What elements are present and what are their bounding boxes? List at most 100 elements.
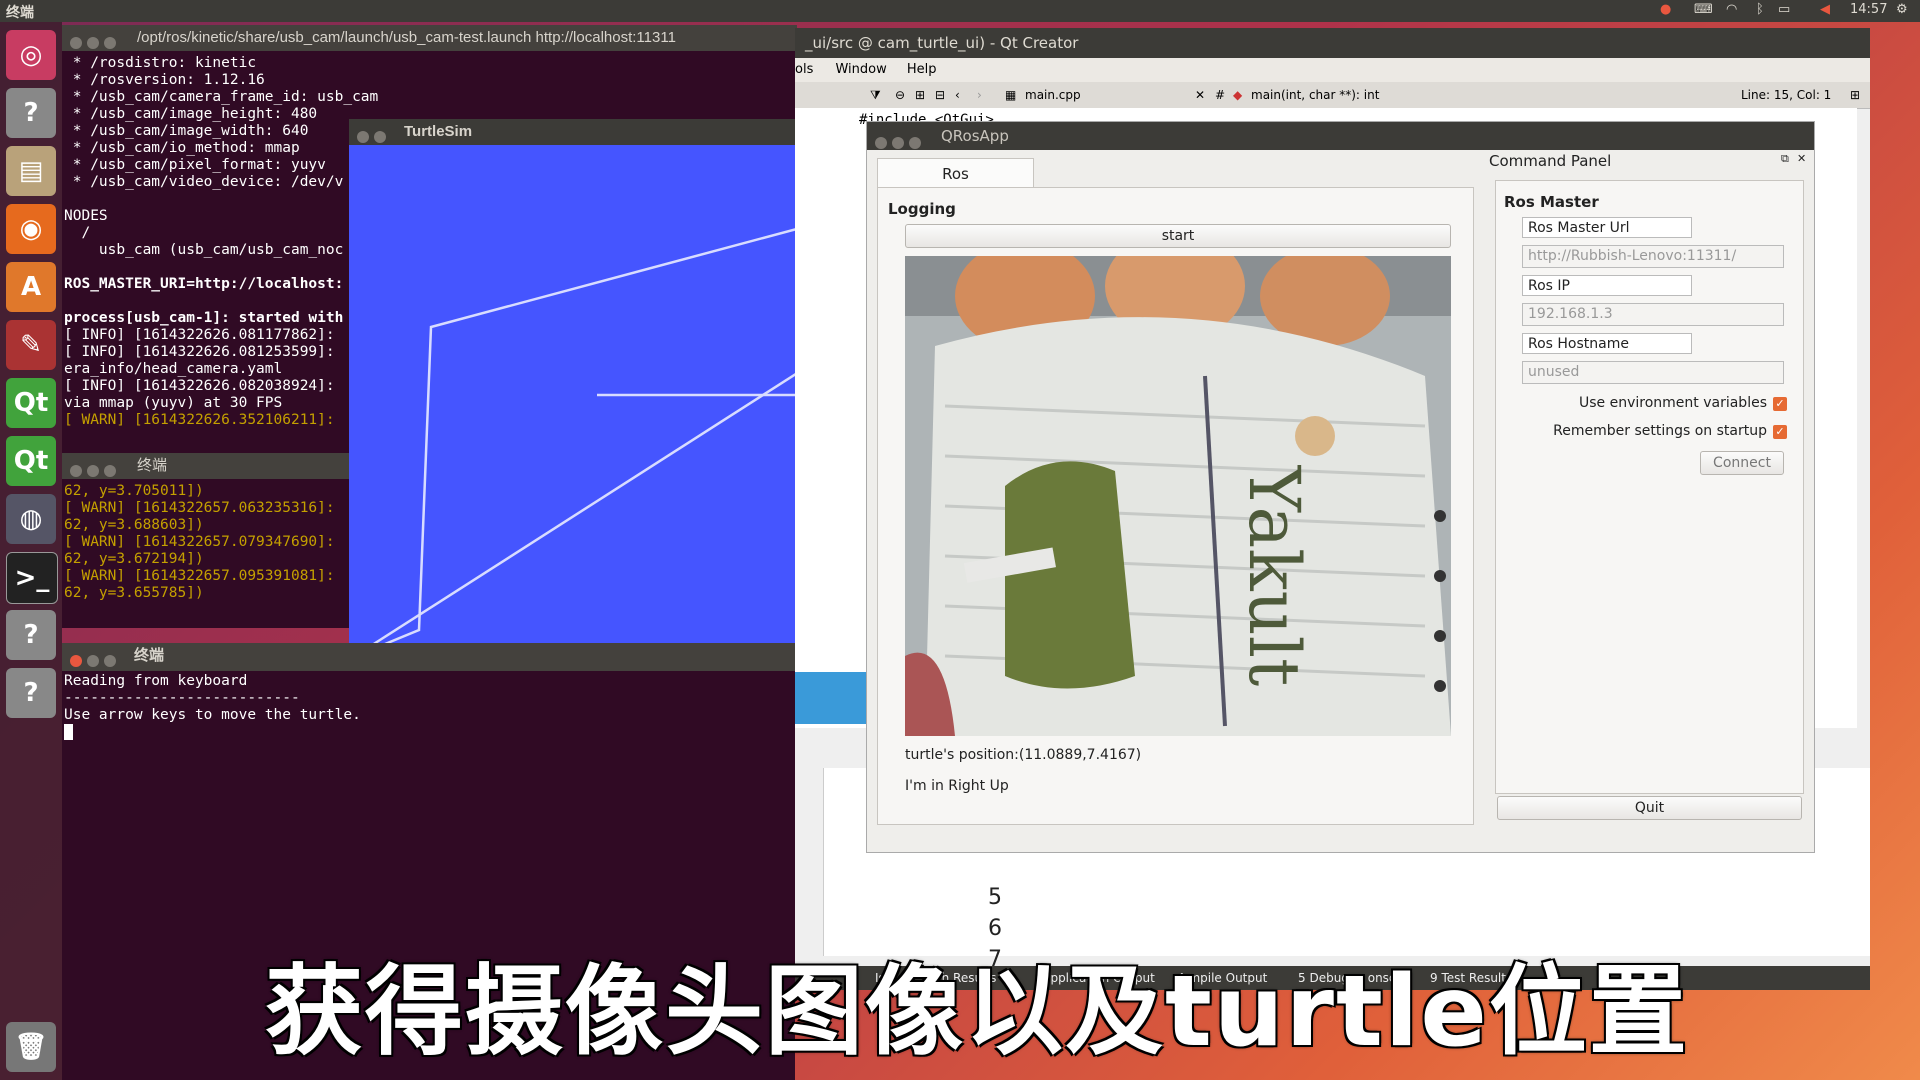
svg-text:Yakult: Yakult <box>1233 465 1315 687</box>
minimize-icon[interactable] <box>87 655 99 667</box>
close-icon[interactable]: ✕ <box>1195 82 1205 108</box>
remember-settings-label: Remember settings on startup <box>1553 423 1767 439</box>
battery-icon[interactable]: ▭ <box>1778 2 1790 17</box>
terminal-warn[interactable]: 终端 62, y=3.705011])[ WARN] [1614322657.0… <box>62 453 362 628</box>
title-bar[interactable]: _ui/src @ cam_turtle_ui) - Qt Creator <box>795 28 1870 58</box>
wifi-icon[interactable]: ◠ <box>1726 2 1737 17</box>
close-icon[interactable] <box>357 131 369 143</box>
keyboard-icon[interactable]: ⌨ <box>1694 2 1713 17</box>
bluetooth-icon[interactable]: ᛒ <box>1756 2 1764 17</box>
turtle-path <box>374 221 821 647</box>
turtlesim-window[interactable]: TurtleSim <box>349 119 849 647</box>
split-editor-icon[interactable]: ⊞ <box>1850 82 1860 108</box>
remember-settings-checkbox[interactable]: ✓ <box>1773 425 1787 439</box>
close-icon[interactable] <box>70 655 82 667</box>
minimize-icon[interactable] <box>87 465 99 477</box>
close-icon[interactable] <box>70 37 82 49</box>
ubuntu-icon[interactable]: ◎ <box>6 30 56 80</box>
unknown-app-icon[interactable]: ? <box>6 668 56 718</box>
start-button[interactable]: start <box>905 224 1451 248</box>
unknown-app-icon[interactable]: ? <box>6 88 56 138</box>
record-icon[interactable]: ● <box>1660 2 1671 17</box>
float-icon[interactable]: ⧉ <box>1781 152 1789 166</box>
qt-designer-icon[interactable]: Qt <box>6 436 56 486</box>
files-icon[interactable]: ▤ <box>6 146 56 196</box>
turtle-canvas <box>368 221 849 647</box>
function-icon: ◆ <box>1233 88 1243 102</box>
progress-strip <box>795 672 867 724</box>
active-app-title: 终端 <box>6 5 34 21</box>
use-env-vars-checkbox[interactable]: ✓ <box>1773 397 1787 411</box>
close-icon[interactable]: ✕ <box>1797 152 1806 165</box>
window-title: _ui/src @ cam_turtle_ui) - Qt Creator <box>805 34 1079 52</box>
window-title: 终端 <box>137 457 168 474</box>
camera-image: Yakult <box>905 256 1451 736</box>
use-env-vars-label: Use environment variables <box>1579 395 1767 411</box>
terminal-line: 62, y=3.655785]) <box>64 585 204 601</box>
top-panel: 终端 ● ⌨ ◠ ᛒ ▭ ◀ 14:57 ⚙ <box>0 0 1920 22</box>
video-subtitle: 获得摄像头图像以及turtle位置 <box>265 955 1689 1069</box>
qrosapp-window[interactable]: QRosApp Ros Communications Logging start <box>866 121 1815 853</box>
title-bar[interactable]: 终端 <box>62 453 362 479</box>
terminal-line: [ WARN] [1614322657.095391081]: <box>64 568 335 584</box>
title-bar[interactable]: QRosApp <box>867 122 1814 150</box>
gear-icon[interactable]: ⚙ <box>1896 2 1908 17</box>
back-icon[interactable]: ‹ <box>955 82 960 108</box>
minimize-icon[interactable] <box>892 137 904 149</box>
maximize-icon[interactable] <box>104 37 116 49</box>
menu-help[interactable]: Help <box>907 62 937 77</box>
ros-master-group: Ros Master <box>1504 193 1599 211</box>
clock[interactable]: 14:57 <box>1850 2 1887 17</box>
title-bar[interactable]: TurtleSim <box>349 119 849 145</box>
split-icon[interactable]: ⊞ <box>915 82 925 108</box>
quit-button[interactable]: Quit <box>1497 796 1802 820</box>
logging-label: Logging <box>888 200 956 218</box>
output-gutter <box>795 768 824 956</box>
ros-hostname-input[interactable]: unused <box>1522 361 1784 384</box>
menu-window[interactable]: Window <box>835 62 886 77</box>
volume-icon[interactable]: ◀ <box>1820 2 1830 17</box>
menu-tools[interactable]: ols <box>795 62 813 77</box>
editor-toolbar: ⧩ ⊖ ⊞ ⊟ ‹ › ▦ main.cpp ✕ # ◆ main(int, c… <box>795 82 1870 109</box>
software-center-icon[interactable]: A <box>6 262 56 312</box>
firefox-icon[interactable]: ◉ <box>6 204 56 254</box>
title-bar[interactable]: 终端 <box>62 643 795 671</box>
file-selector[interactable]: main.cpp <box>1025 82 1081 108</box>
maximize-icon[interactable] <box>909 137 921 149</box>
terminal-line: 62, y=3.672194]) <box>64 551 204 567</box>
turtle-path-segment <box>368 338 849 647</box>
master-url-input[interactable]: http://Rubbish-Lenovo:11311/ <box>1522 245 1784 268</box>
minimize-icon[interactable] <box>87 37 99 49</box>
settings-icon[interactable]: ✎ <box>6 320 56 370</box>
maximize-icon[interactable] <box>104 465 116 477</box>
qt-creator-icon[interactable]: Qt <box>6 378 56 428</box>
output-line-number: 5 <box>988 885 1002 910</box>
window-title: QRosApp <box>941 127 1009 145</box>
connect-button[interactable]: Connect <box>1700 451 1784 475</box>
symbol-selector[interactable]: main(int, char **): int <box>1251 82 1379 108</box>
minimize-icon[interactable] <box>374 131 386 143</box>
menu-bar: ols Window Help <box>795 58 1870 82</box>
filter-icon[interactable]: ⧩ <box>870 82 881 108</box>
forward-icon[interactable]: › <box>977 82 982 108</box>
link-icon[interactable]: ⊖ <box>895 82 905 108</box>
tab-ros-communications[interactable]: Ros Communications <box>877 158 1034 213</box>
title-bar[interactable]: /opt/ros/kinetic/share/usb_cam/launch/us… <box>62 25 797 51</box>
terminal-line: Use arrow keys to move the turtle. <box>64 707 361 723</box>
trash-icon[interactable]: 🗑 <box>6 1022 56 1072</box>
maximize-icon[interactable] <box>104 655 116 667</box>
unknown-app-icon[interactable]: ? <box>6 610 56 660</box>
ros-ip-label: Ros IP <box>1522 275 1692 296</box>
close-icon[interactable] <box>875 137 887 149</box>
cursor <box>64 724 73 740</box>
terminal-icon[interactable]: >_ <box>6 552 58 604</box>
close-icon[interactable] <box>70 465 82 477</box>
camera-app-icon[interactable]: ◍ <box>6 494 56 544</box>
window-title: /opt/ros/kinetic/share/usb_cam/launch/us… <box>137 29 676 46</box>
close-others-icon[interactable]: ⊟ <box>935 82 945 108</box>
tab-content: Logging start Yakult turtle's position:(… <box>877 187 1474 825</box>
window-title: 终端 <box>134 647 165 664</box>
terminal-line: 62, y=3.688603]) <box>64 517 204 533</box>
ros-ip-input[interactable]: 192.168.1.3 <box>1522 303 1784 326</box>
hash-icon: # <box>1215 88 1226 102</box>
